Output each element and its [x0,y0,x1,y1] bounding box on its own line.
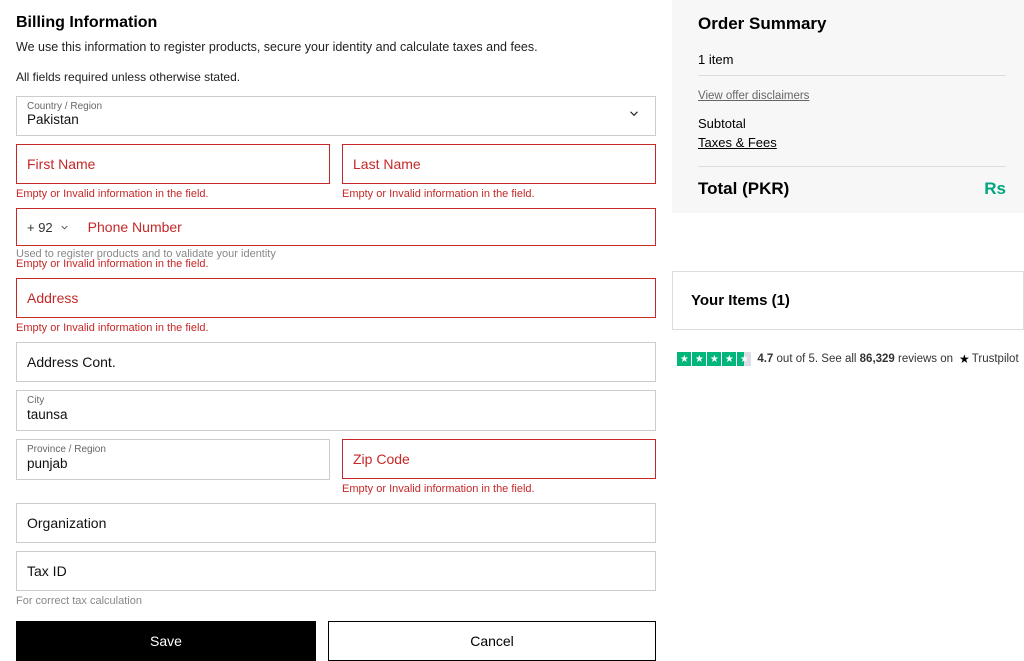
zip-error: Empty or Invalid information in the fiel… [342,483,656,495]
province-label: Province / Region [27,444,319,455]
page-title: Billing Information [16,14,656,32]
last-name-error: Empty or Invalid information in the fiel… [342,188,656,200]
country-label: Country / Region [27,101,645,112]
cancel-button[interactable]: Cancel [328,621,656,661]
rating-value: 4.7 [757,353,773,365]
page-subtitle: We use this information to register prod… [16,40,656,54]
address-error: Empty or Invalid information in the fiel… [16,322,656,334]
country-value: Pakistan [27,112,645,129]
first-name-field[interactable] [16,144,330,184]
trustpilot-widget[interactable]: ★ ★ ★ ★ ★ 4.7 out of 5. See all 86,329 r… [672,352,1024,366]
disclaimers-link[interactable]: View offer disclaimers [698,90,809,102]
divider [698,75,1006,76]
chevron-down-icon [627,107,641,126]
country-select[interactable]: Country / Region Pakistan [16,96,656,136]
province-field[interactable]: Province / Region [16,439,330,480]
star-icon: ★ [737,352,751,366]
organization-input[interactable] [27,508,645,536]
last-name-input[interactable] [353,149,645,177]
star-icon: ★ [692,352,706,366]
address-cont-field[interactable] [16,342,656,382]
subtotal-label: Subtotal [698,116,1006,131]
taxid-field[interactable] [16,551,656,591]
taxes-link[interactable]: Taxes & Fees [698,135,777,150]
chevron-down-icon [59,222,70,233]
address-field[interactable] [16,278,656,318]
total-label: Total (PKR) [698,179,789,199]
trustpilot-logo: ★ Trustpilot [959,352,1019,366]
phone-country-code[interactable]: + 92 [17,209,78,245]
order-summary-panel: Order Summary 1 item View offer disclaim… [672,0,1024,616]
phone-error: Empty or Invalid information in the fiel… [16,258,656,270]
billing-form: Billing Information We use this informat… [0,0,672,616]
star-icon: ★ [722,352,736,366]
address-cont-input[interactable] [27,347,645,375]
save-button[interactable]: Save [16,621,316,661]
star-icon: ★ [677,352,691,366]
city-input[interactable] [27,406,645,423]
star-icon: ★ [959,352,970,366]
required-note: All fields required unless otherwise sta… [16,70,656,84]
organization-field[interactable] [16,503,656,543]
taxid-input[interactable] [27,556,645,584]
zip-field[interactable] [342,439,656,479]
taxid-hint: For correct tax calculation [16,595,656,607]
first-name-input[interactable] [27,149,319,177]
phone-label: Phone Number [78,209,655,245]
phone-field[interactable]: + 92 Phone Number [16,208,656,246]
first-name-error: Empty or Invalid information in the fiel… [16,188,330,200]
summary-title: Order Summary [698,14,1006,34]
address-input[interactable] [27,283,645,311]
city-field[interactable]: City [16,390,656,431]
star-icon: ★ [707,352,721,366]
divider [698,166,1006,167]
city-label: City [27,395,645,406]
item-count: 1 item [698,52,1006,67]
zip-input[interactable] [353,444,645,472]
star-rating: ★ ★ ★ ★ ★ [677,352,751,366]
last-name-field[interactable] [342,144,656,184]
total-amount: Rs [984,179,1006,199]
province-input[interactable] [27,455,319,472]
your-items-section[interactable]: Your Items (1) [672,271,1024,330]
